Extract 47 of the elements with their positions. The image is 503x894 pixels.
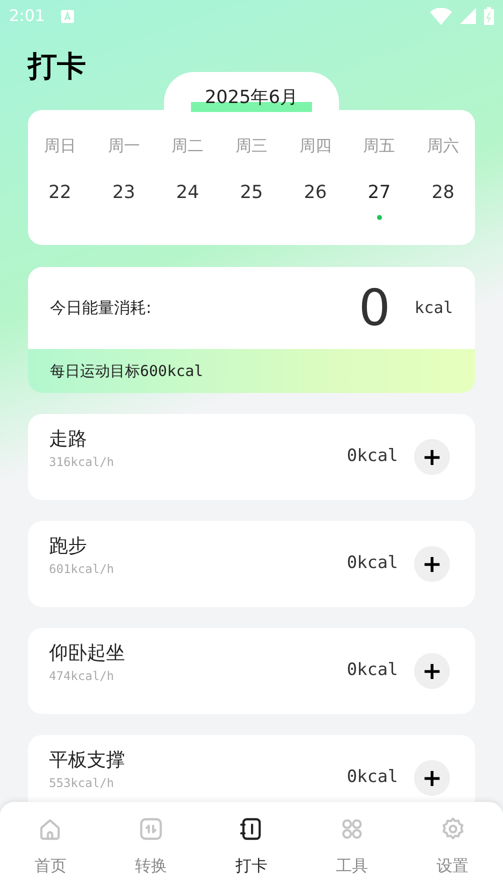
wifi-icon bbox=[430, 8, 452, 24]
activity-name: 平板支撑 bbox=[49, 748, 125, 773]
calendar-day[interactable]: 25 bbox=[240, 181, 263, 205]
activity-amount: 0kcal bbox=[346, 766, 398, 790]
nav-tab[interactable]: 工具 bbox=[336, 816, 368, 876]
notification-icon bbox=[60, 10, 74, 22]
activity-name: 走路 bbox=[49, 427, 88, 452]
nav-tab[interactable]: 设置 bbox=[436, 816, 469, 876]
energy-label: 今日能量消耗: bbox=[50, 297, 152, 319]
weekday-label: 周五 bbox=[363, 135, 396, 157]
add-button[interactable]: + bbox=[414, 760, 450, 796]
activity-name: 仰卧起坐 bbox=[49, 641, 125, 666]
add-button[interactable]: + bbox=[414, 546, 450, 582]
weekday-label: 周六 bbox=[427, 135, 460, 157]
settings-icon bbox=[440, 816, 466, 842]
weekday-label: 周三 bbox=[235, 135, 268, 157]
nav-tab[interactable]: 转换 bbox=[134, 816, 167, 876]
calendar-day[interactable]: 26 bbox=[304, 181, 327, 205]
activity-amount: 0kcal bbox=[346, 659, 398, 682]
activity-rate: 601kcal/h bbox=[49, 561, 114, 577]
add-button[interactable]: + bbox=[414, 653, 450, 689]
activity-name: 跑步 bbox=[49, 534, 88, 559]
activity-rate: 316kcal/h bbox=[49, 454, 114, 470]
calendar-day[interactable]: 27 bbox=[368, 181, 391, 205]
weekday-label: 周日 bbox=[44, 135, 76, 157]
energy-value: 0 bbox=[358, 280, 390, 336]
calendar-day[interactable]: 28 bbox=[432, 181, 455, 205]
swap-icon bbox=[138, 816, 164, 842]
activity-amount: 0kcal bbox=[346, 445, 398, 468]
activity-rate: 553kcal/h bbox=[49, 775, 116, 791]
page-title: 打卡 bbox=[28, 48, 86, 85]
battery-icon bbox=[484, 7, 494, 25]
signal-icon bbox=[460, 8, 476, 24]
weekday-label: 周一 bbox=[108, 135, 140, 157]
add-button[interactable]: + bbox=[414, 439, 450, 475]
energy-unit: kcal bbox=[414, 297, 453, 319]
calendar-day[interactable]: 23 bbox=[112, 181, 136, 205]
goal-text: 每日运动目标600kcal bbox=[50, 360, 204, 382]
nav-tab[interactable]: 首页 bbox=[34, 816, 66, 876]
nav-tab[interactable]: 打卡 bbox=[235, 816, 268, 876]
calendar-day[interactable]: 24 bbox=[176, 181, 200, 205]
calendar-day[interactable]: 22 bbox=[48, 181, 72, 205]
weekday-label: 周二 bbox=[172, 135, 204, 157]
status-time: 2:01 bbox=[9, 5, 45, 27]
activity-amount: 0kcal bbox=[346, 552, 398, 576]
activity-rate: 474kcal/h bbox=[49, 668, 116, 684]
weekday-label: 周四 bbox=[299, 135, 332, 157]
